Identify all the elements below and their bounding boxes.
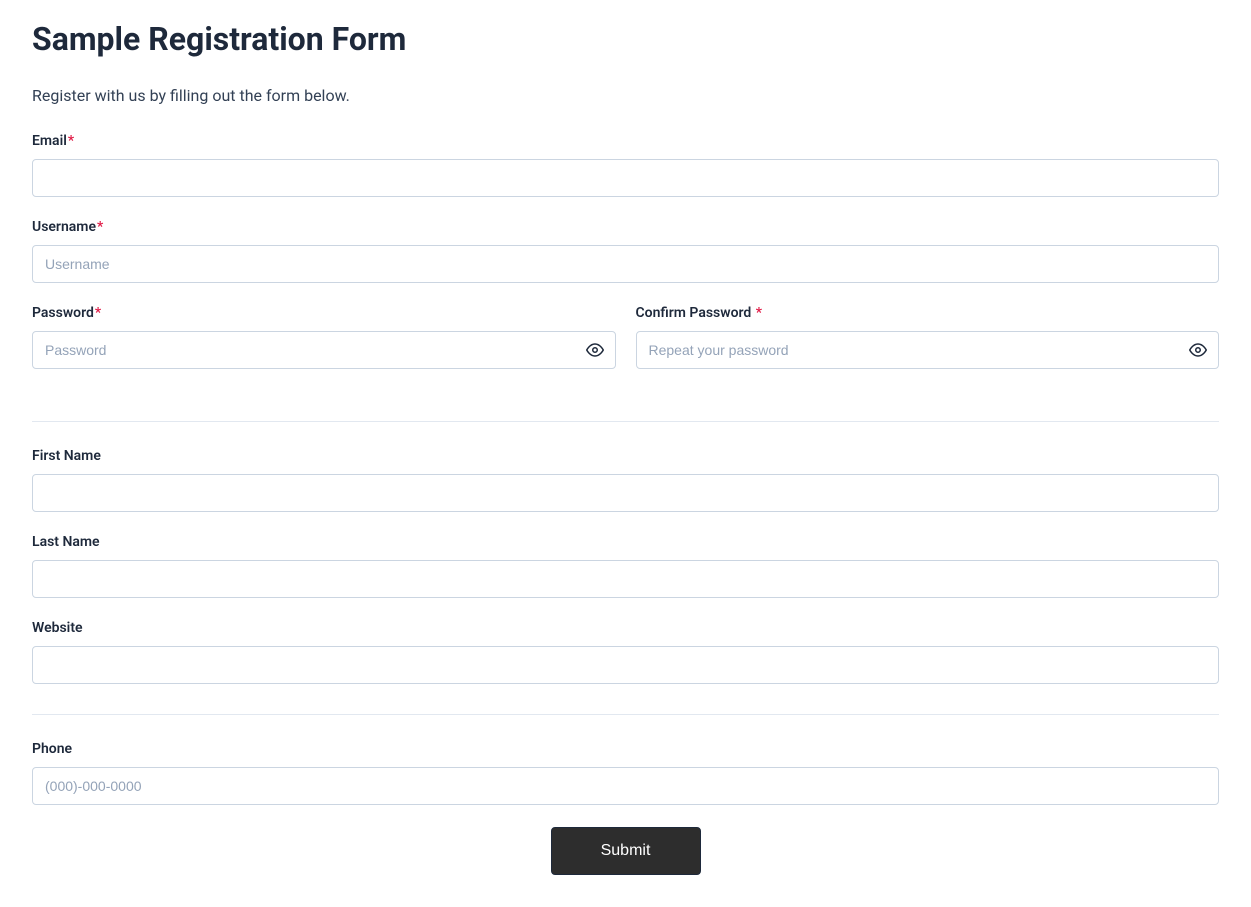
eye-icon[interactable] <box>1189 341 1207 359</box>
username-group: Username* <box>32 219 1219 283</box>
required-marker: * <box>756 305 762 321</box>
last-name-group: Last Name <box>32 534 1219 598</box>
submit-button[interactable]: Submit <box>551 827 701 875</box>
email-input[interactable] <box>32 159 1219 197</box>
password-input[interactable] <box>32 331 616 369</box>
divider <box>32 714 1219 715</box>
phone-input[interactable] <box>32 767 1219 805</box>
first-name-input[interactable] <box>32 474 1219 512</box>
required-marker: * <box>95 305 101 321</box>
last-name-label: Last Name <box>32 534 1219 550</box>
password-input-wrapper <box>32 331 616 369</box>
username-label: Username* <box>32 219 1219 235</box>
divider <box>32 421 1219 422</box>
email-group: Email* <box>32 133 1219 197</box>
page-title: Sample Registration Form <box>32 20 1219 58</box>
phone-group: Phone <box>32 741 1219 805</box>
first-name-label: First Name <box>32 448 1219 464</box>
website-group: Website <box>32 620 1219 684</box>
password-label: Password* <box>32 305 616 321</box>
password-group: Password* <box>32 305 616 369</box>
password-row: Password* Confirm Password * <box>32 305 1219 391</box>
email-label-text: Email <box>32 133 67 149</box>
registration-form: Email* Username* Password* Confirm Passw… <box>32 133 1219 875</box>
eye-icon[interactable] <box>586 341 604 359</box>
username-label-text: Username <box>32 219 96 235</box>
confirm-password-input-wrapper <box>636 331 1220 369</box>
email-label: Email* <box>32 133 1219 149</box>
confirm-password-label-text: Confirm Password <box>636 305 755 321</box>
website-input[interactable] <box>32 646 1219 684</box>
confirm-password-input[interactable] <box>636 331 1220 369</box>
confirm-password-label: Confirm Password * <box>636 305 1220 321</box>
submit-wrapper: Submit <box>32 827 1219 875</box>
first-name-group: First Name <box>32 448 1219 512</box>
required-marker: * <box>68 133 74 149</box>
phone-label: Phone <box>32 741 1219 757</box>
username-input[interactable] <box>32 245 1219 283</box>
last-name-input[interactable] <box>32 560 1219 598</box>
password-label-text: Password <box>32 305 94 321</box>
page-subtitle: Register with us by filling out the form… <box>32 86 1219 105</box>
required-marker: * <box>97 219 103 235</box>
website-label: Website <box>32 620 1219 636</box>
confirm-password-group: Confirm Password * <box>636 305 1220 369</box>
